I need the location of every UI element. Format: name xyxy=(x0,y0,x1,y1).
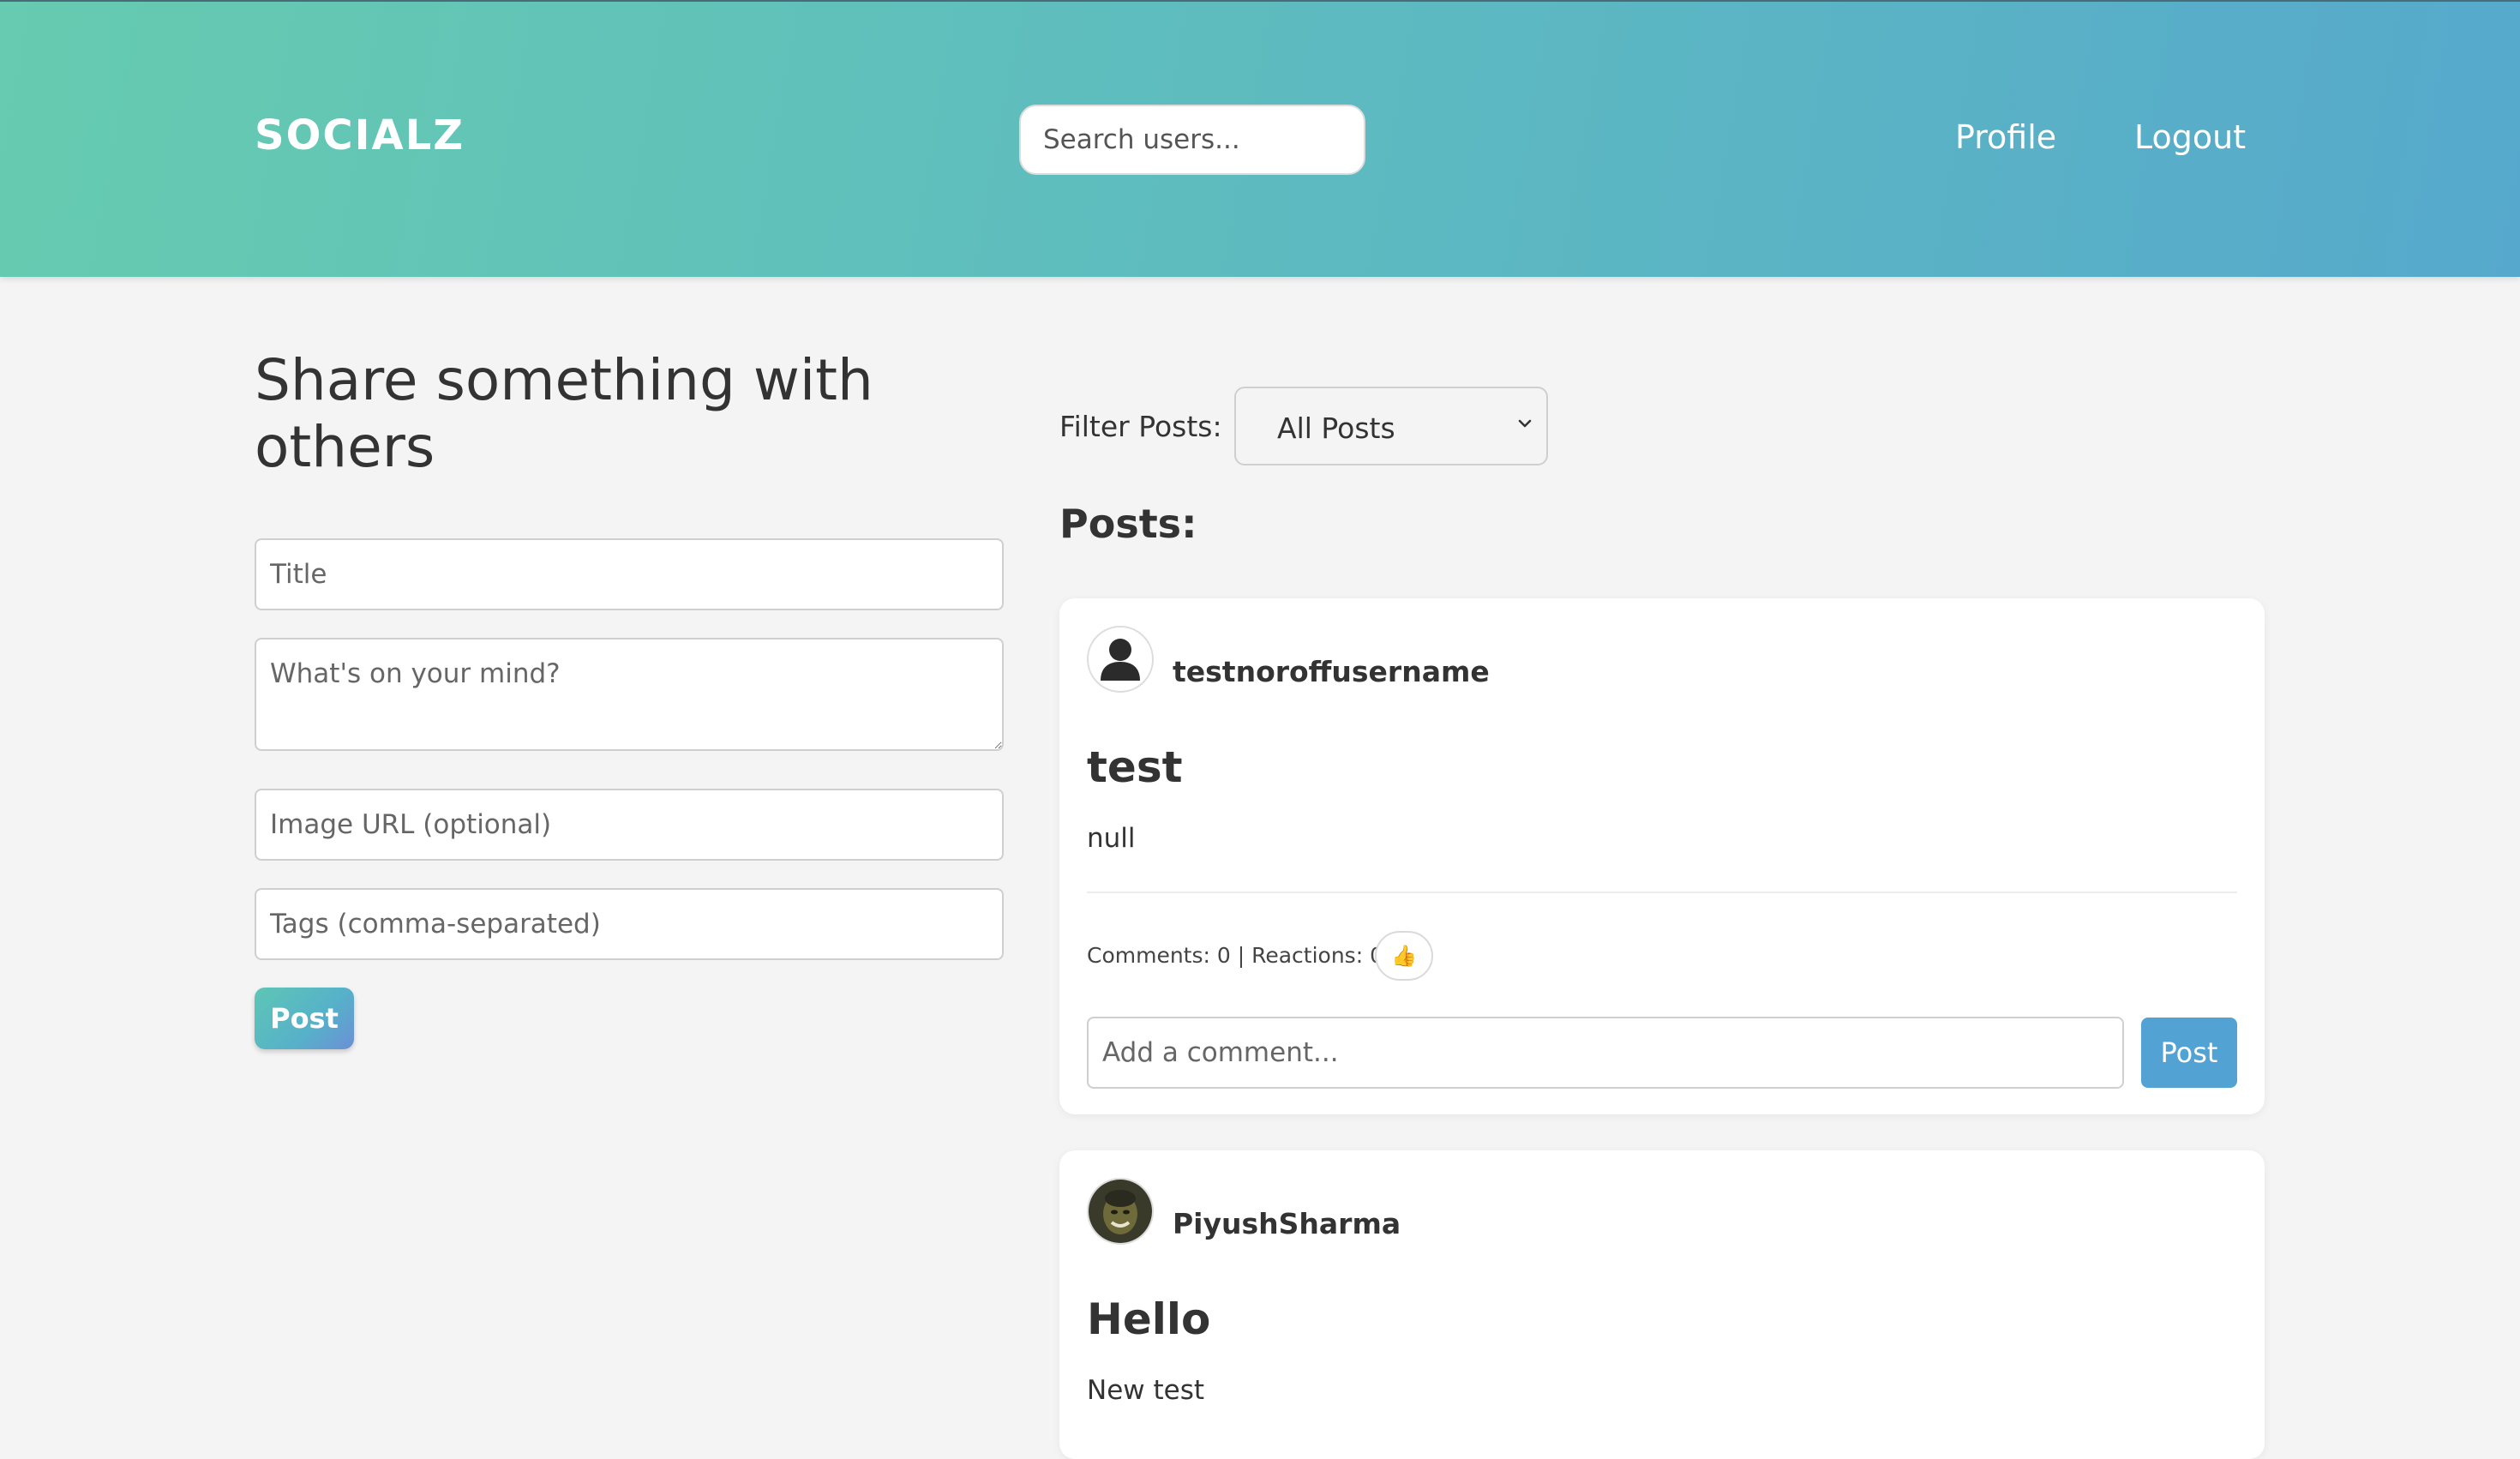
post-stats: Comments: 0 | Reactions: 0 xyxy=(1087,943,1383,968)
divider xyxy=(1087,892,2237,893)
comment-post-button[interactable]: Post xyxy=(2141,1018,2237,1088)
tags-input[interactable] xyxy=(255,888,1004,960)
post-body: null xyxy=(1087,823,1136,854)
post-body: New test xyxy=(1087,1375,1205,1406)
thumbs-up-icon: 👍 xyxy=(1391,944,1417,968)
top-header: SOCIALZ Profile Logout xyxy=(0,0,2520,277)
image-url-input[interactable] xyxy=(255,789,1004,861)
app-logo[interactable]: SOCIALZ xyxy=(255,111,465,159)
post-author[interactable]: testnoroffusername xyxy=(1173,655,1490,688)
post-card: testnoroffusername test null Comments: 0… xyxy=(1059,598,2265,1114)
filter-selected-value: All Posts xyxy=(1277,411,1395,445)
posts-heading: Posts: xyxy=(1059,501,1197,547)
search-users-input[interactable] xyxy=(1019,105,1365,175)
avatar[interactable] xyxy=(1087,626,1154,693)
chevron-down-icon xyxy=(1518,419,1532,428)
comment-input[interactable] xyxy=(1087,1017,2124,1089)
post-title: test xyxy=(1087,742,1183,792)
post-card: PiyushSharma Hello New test xyxy=(1059,1150,2265,1459)
nav-logout-link[interactable]: Logout xyxy=(2134,118,2246,156)
profile-photo xyxy=(1089,1180,1152,1243)
post-body-textarea[interactable] xyxy=(255,638,1004,751)
create-post-heading: Share something with others xyxy=(255,347,873,480)
nav-profile-link[interactable]: Profile xyxy=(1955,118,2056,156)
post-title-input[interactable] xyxy=(255,538,1004,610)
default-user-icon xyxy=(1101,639,1140,681)
avatar[interactable] xyxy=(1087,1178,1154,1245)
create-post-button[interactable]: Post xyxy=(255,988,354,1049)
post-title: Hello xyxy=(1087,1294,1211,1344)
thumbs-up-reaction-button[interactable]: 👍 xyxy=(1375,931,1433,981)
filter-label: Filter Posts: xyxy=(1059,410,1222,443)
filter-posts-select[interactable]: All Posts xyxy=(1234,387,1548,465)
post-author[interactable]: PiyushSharma xyxy=(1173,1207,1401,1240)
